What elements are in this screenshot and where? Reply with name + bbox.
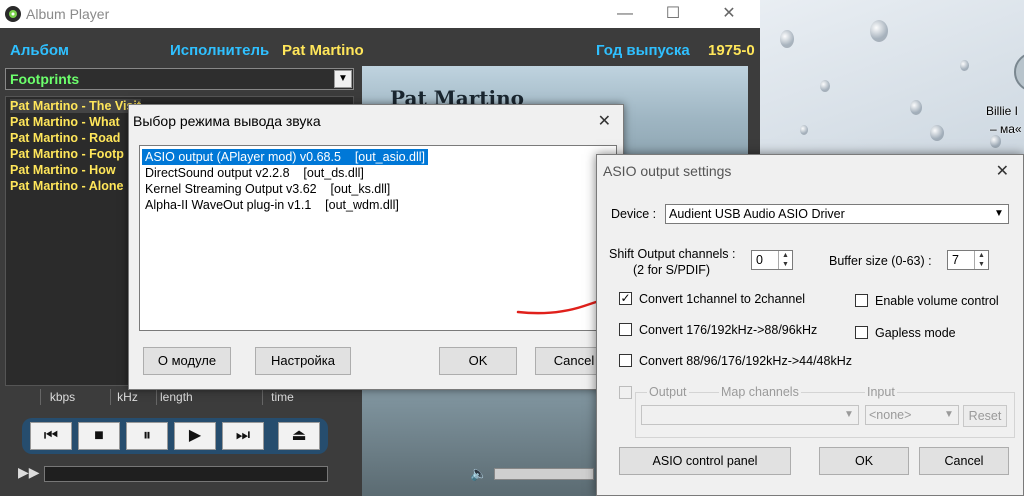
input-channel-dropdown[interactable]: <none> ▼	[865, 405, 959, 425]
device-label: Device :	[611, 207, 657, 221]
convert-176-label[interactable]: Convert 176/192kHz->88/96kHz	[639, 323, 817, 337]
raindrop	[800, 125, 808, 135]
speaker-icon[interactable]: 🔈	[470, 465, 487, 482]
previous-button[interactable]: ⏮	[30, 422, 72, 450]
list-item[interactable]: Alpha-II WaveOut plug-in v1.1 [out_wdm.d…	[142, 197, 402, 213]
album-label: Альбом	[10, 42, 69, 59]
convert-1to2-checkbox[interactable]: ✓	[619, 292, 632, 305]
column-time: time	[262, 389, 302, 405]
close-icon[interactable]: ✕	[996, 161, 1009, 181]
track-item[interactable]: Pat Martino - Road	[10, 131, 120, 145]
chevron-down-icon[interactable]: ▼	[334, 70, 352, 88]
buffer-size-stepper[interactable]: 7 ▲ ▼	[947, 250, 989, 270]
year-value: 1975-0	[708, 42, 755, 59]
desktop-icon-label[interactable]: Billie I	[986, 104, 1018, 118]
map-channels-label: Map channels	[719, 385, 801, 399]
album-dropdown[interactable]: Footprints ▼	[5, 68, 354, 90]
buffer-size-label: Buffer size (0-63) :	[829, 254, 932, 268]
raindrop	[820, 80, 830, 92]
desktop-avatar[interactable]	[1014, 52, 1024, 92]
eject-button[interactable]: ⏏	[278, 422, 320, 450]
output-group-label: Output	[647, 385, 689, 399]
track-item[interactable]: Pat Martino - The Visit	[10, 99, 142, 113]
shift-output-value: 0	[756, 253, 763, 267]
artist-value: Pat Martino	[282, 42, 364, 59]
track-item[interactable]: Pat Martino - How	[10, 163, 116, 177]
player-titlebar: Album Player — ☐ ✕	[0, 0, 760, 28]
track-item[interactable]: Pat Martino - Alone	[10, 179, 123, 193]
transport-controls: ⏮ ■ ⏸ ▶ ⏭ ⏏	[22, 418, 328, 454]
raindrop	[910, 100, 922, 115]
output-channel-dropdown[interactable]: ▼	[641, 405, 859, 425]
volume-slider[interactable]	[494, 468, 594, 480]
close-icon[interactable]: ✕	[598, 111, 611, 131]
list-item[interactable]: DirectSound output v2.2.8 [out_ds.dll]	[142, 165, 367, 181]
stop-button[interactable]: ■	[78, 422, 120, 450]
about-module-button[interactable]: О модуле	[143, 347, 231, 375]
spin-arrows-icon[interactable]: ▲ ▼	[778, 251, 792, 269]
raindrop	[990, 135, 1001, 148]
minimize-button[interactable]: —	[602, 0, 648, 28]
list-item[interactable]: Kernel Streaming Output v3.62 [out_ks.dl…	[142, 181, 393, 197]
dialog-title: Выбор режима вывода звука	[133, 113, 321, 129]
asio-control-panel-button[interactable]: ASIO control panel	[619, 447, 791, 475]
album-dropdown-value: Footprints	[10, 71, 80, 87]
enable-volume-checkbox[interactable]	[855, 294, 868, 307]
raindrop	[870, 20, 888, 42]
asio-settings-dialog: ASIO output settings ✕ Device : Audient …	[596, 154, 1024, 496]
play-button[interactable]: ▶	[174, 422, 216, 450]
track-item[interactable]: Pat Martino - Footp	[10, 147, 124, 161]
chevron-down-icon[interactable]: ▼	[940, 406, 958, 424]
app-icon	[5, 6, 21, 22]
device-dropdown[interactable]: Audient USB Audio ASIO Driver ▼	[665, 204, 1009, 224]
dialog-title: ASIO output settings	[603, 163, 732, 179]
shift-output-label: Shift Output channels :	[609, 247, 736, 261]
raindrop	[930, 125, 944, 141]
convert-1to2-label[interactable]: Convert 1channel to 2channel	[639, 292, 805, 306]
input-group-label: Input	[865, 385, 897, 399]
reset-button[interactable]: Reset	[963, 405, 1007, 427]
maximize-button[interactable]: ☐	[650, 0, 696, 28]
artist-label: Исполнитель	[170, 42, 270, 59]
input-channel-value: <none>	[869, 408, 912, 422]
shift-output-hint: (2 for S/PDIF)	[633, 263, 711, 277]
output-mode-dialog: Выбор режима вывода звука ✕ ASIO output …	[128, 104, 624, 390]
gapless-label[interactable]: Gapless mode	[875, 326, 956, 340]
year-label: Год выпуска	[596, 42, 690, 59]
column-khz: kHz	[110, 389, 144, 405]
pause-button[interactable]: ⏸	[126, 422, 168, 450]
gapless-checkbox[interactable]	[855, 326, 868, 339]
chevron-down-icon[interactable]: ▼	[840, 406, 858, 424]
shift-output-stepper[interactable]: 0 ▲ ▼	[751, 250, 793, 270]
ok-button[interactable]: OK	[819, 447, 909, 475]
raindrop	[780, 30, 794, 48]
fast-forward-icon[interactable]: ▶▶	[18, 464, 40, 481]
column-kbps: kbps	[40, 389, 84, 405]
convert-176-checkbox[interactable]	[619, 323, 632, 336]
ok-button[interactable]: OK	[439, 347, 517, 375]
desktop-icon-label-2: – ма«	[990, 122, 1022, 136]
spin-arrows-icon[interactable]: ▲ ▼	[974, 251, 988, 269]
convert-88-label[interactable]: Convert 88/96/176/192kHz->44/48kHz	[639, 354, 852, 368]
raindrop	[960, 60, 969, 71]
close-button[interactable]: ✕	[706, 0, 752, 28]
next-button[interactable]: ⏭	[222, 422, 264, 450]
track-item[interactable]: Pat Martino - What	[10, 115, 120, 129]
seek-bar[interactable]	[44, 466, 328, 482]
list-item[interactable]: ASIO output (APlayer mod) v0.68.5 [out_a…	[142, 149, 429, 165]
convert-88-checkbox[interactable]	[619, 354, 632, 367]
column-length: length	[156, 389, 246, 405]
enable-volume-label[interactable]: Enable volume control	[875, 294, 999, 308]
chevron-down-icon[interactable]: ▼	[990, 205, 1008, 223]
channel-map-checkbox[interactable]	[619, 386, 632, 399]
buffer-size-value: 7	[952, 253, 959, 267]
cancel-button[interactable]: Cancel	[919, 447, 1009, 475]
settings-button[interactable]: Настройка	[255, 347, 351, 375]
device-dropdown-value: Audient USB Audio ASIO Driver	[669, 207, 845, 221]
window-title: Album Player	[26, 6, 110, 22]
